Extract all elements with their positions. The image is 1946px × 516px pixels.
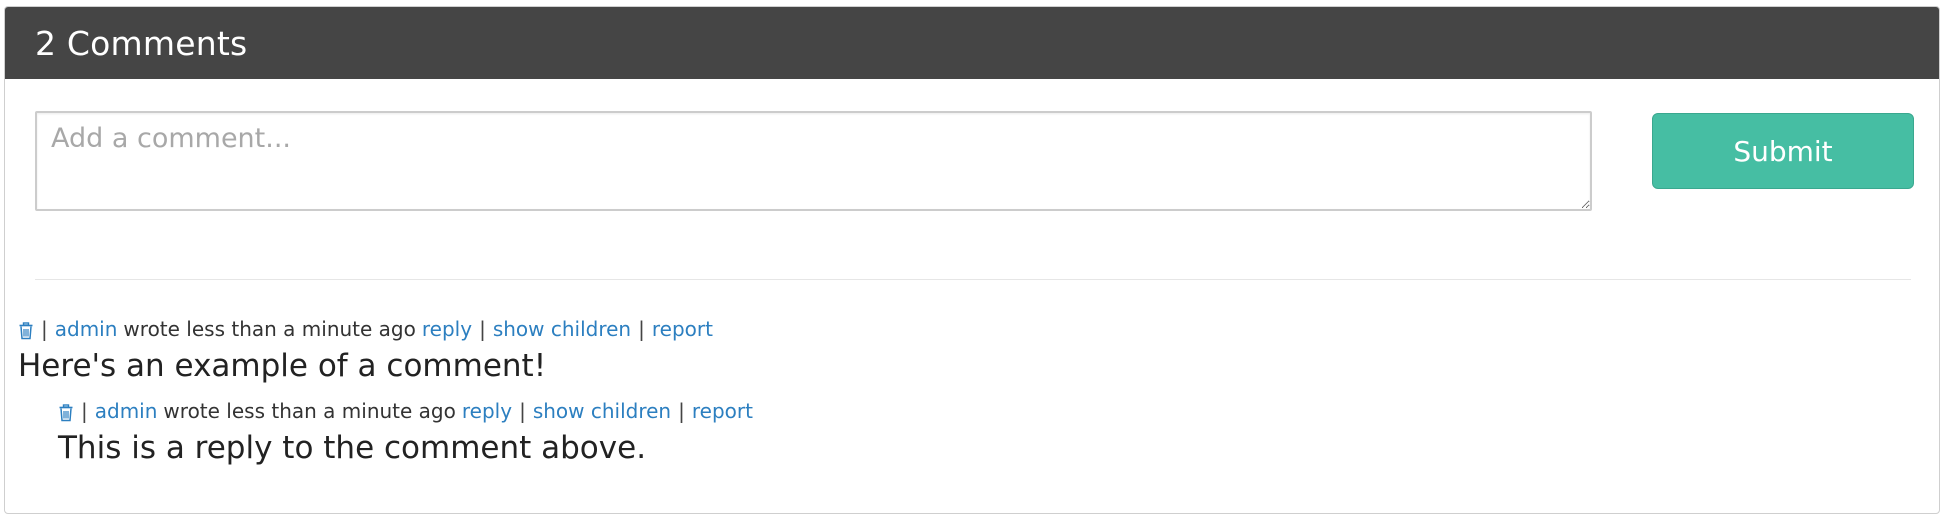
report-link[interactable]: report: [652, 316, 713, 342]
comment-item: | admin wrote less than a minute ago rep…: [18, 316, 713, 388]
comment-body: Here's an example of a comment!: [18, 348, 547, 384]
comments-count-title: 2 Comments: [35, 23, 248, 63]
separator: |: [638, 317, 645, 341]
submit-button[interactable]: Submit: [1652, 113, 1914, 189]
comment-timestamp: wrote less than a minute ago: [163, 399, 456, 423]
comment-meta: | admin wrote less than a minute ago rep…: [18, 316, 713, 342]
author-link[interactable]: admin: [55, 316, 118, 342]
report-link[interactable]: report: [692, 398, 753, 424]
reply-link[interactable]: reply: [422, 316, 472, 342]
separator: |: [678, 399, 685, 423]
separator: |: [479, 317, 486, 341]
separator: |: [41, 317, 48, 341]
separator: |: [81, 399, 88, 423]
comment-meta: | admin wrote less than a minute ago rep…: [58, 398, 753, 424]
divider: [35, 279, 1911, 280]
trash-icon[interactable]: [58, 402, 74, 422]
comment-timestamp: wrote less than a minute ago: [123, 317, 416, 341]
reply-link[interactable]: reply: [462, 398, 512, 424]
comments-header: 2 Comments: [5, 7, 1939, 79]
show-children-link[interactable]: show children: [533, 398, 671, 424]
author-link[interactable]: admin: [95, 398, 158, 424]
comment-form: Submit: [35, 111, 1939, 215]
comment-input[interactable]: [35, 111, 1592, 211]
trash-icon[interactable]: [18, 320, 34, 340]
comment-body: This is a reply to the comment above.: [58, 430, 647, 466]
separator: |: [519, 399, 526, 423]
reply-comment-item: | admin wrote less than a minute ago rep…: [58, 398, 753, 470]
show-children-link[interactable]: show children: [493, 316, 631, 342]
